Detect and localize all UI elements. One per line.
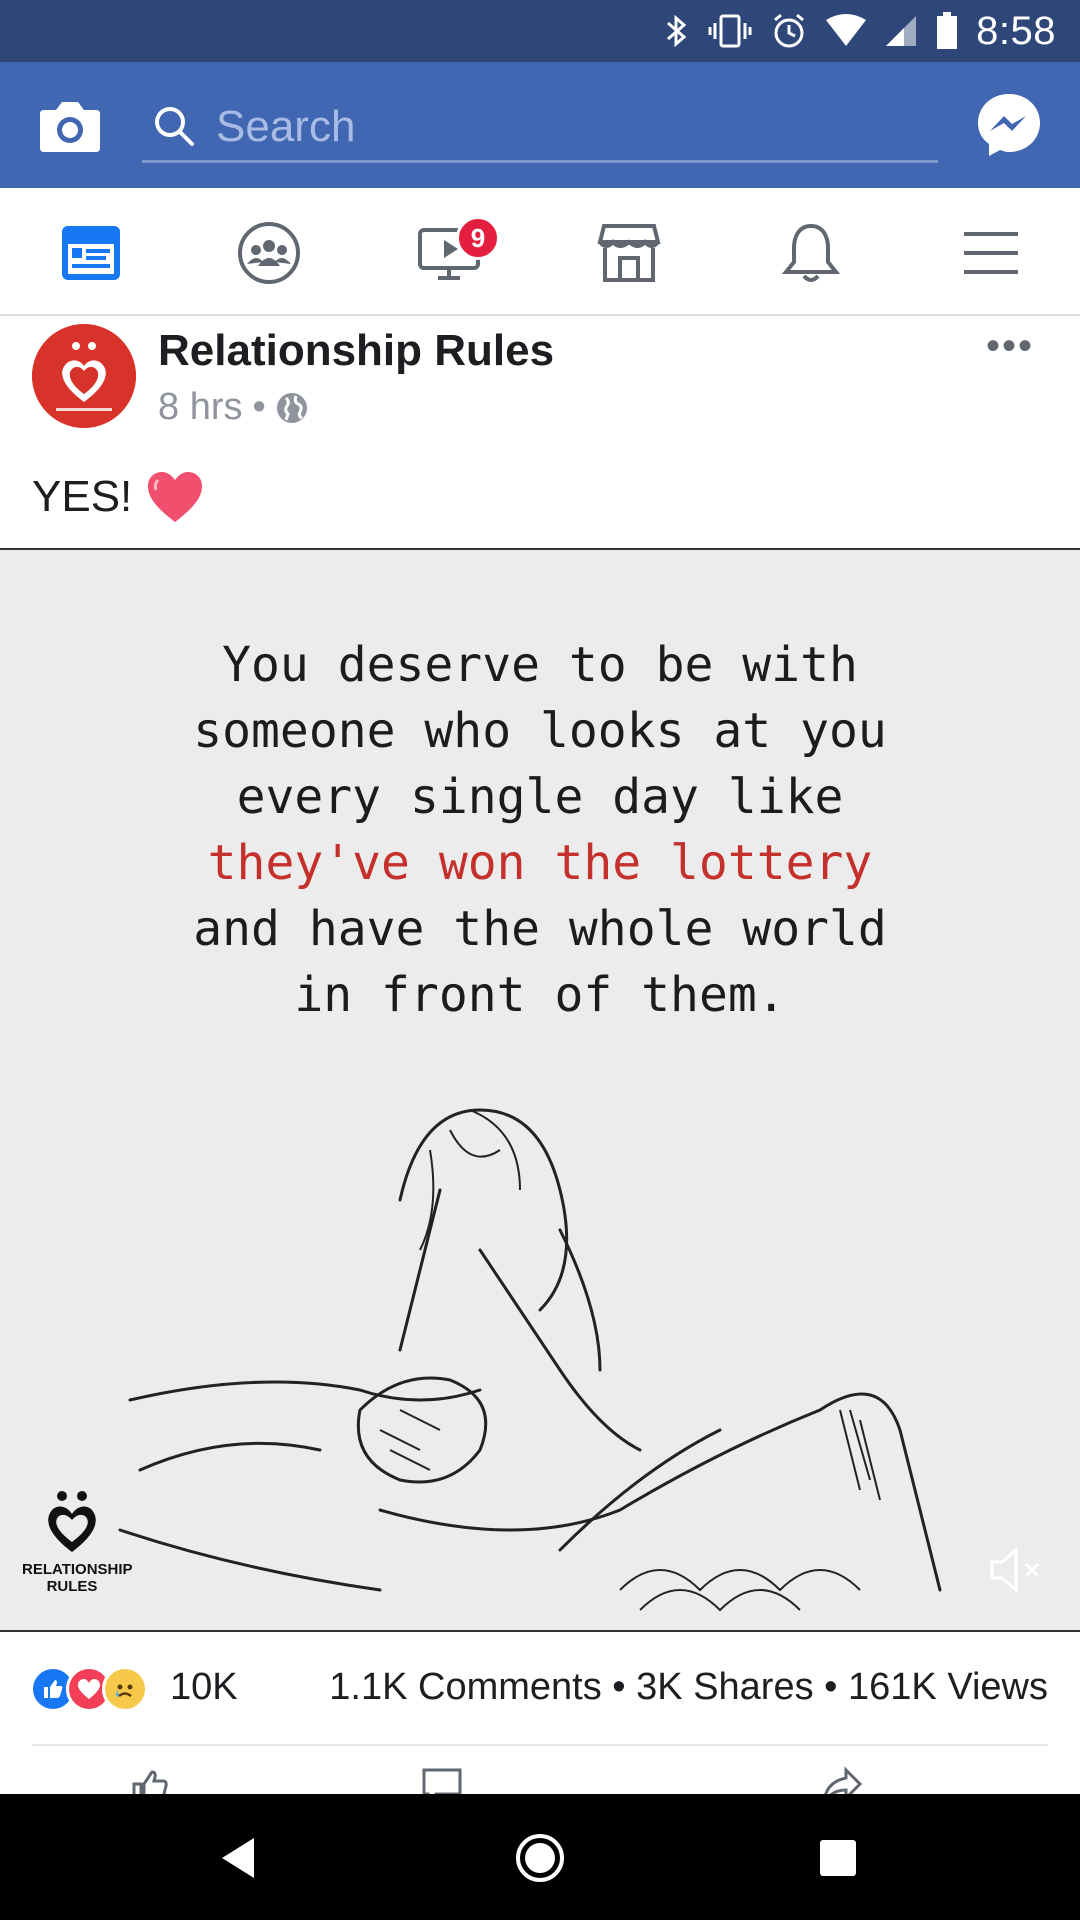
watch-notification-badge: 9 [456, 216, 500, 260]
reactions-summary[interactable] [30, 1666, 148, 1712]
camera-icon[interactable] [38, 96, 102, 154]
meta-separator: • [252, 386, 266, 428]
watermark-logo [48, 1491, 96, 1552]
recents-icon[interactable] [812, 1832, 864, 1884]
stats-divider [32, 1744, 1048, 1746]
post-header: Relationship Rules 8 hrs • ••• [0, 316, 1080, 436]
couple-sketch-illustration [118, 1108, 942, 1612]
search-icon [155, 107, 194, 146]
heart-emoji-icon [148, 472, 203, 522]
news-feed-icon[interactable] [58, 220, 124, 286]
post-image[interactable]: You deserve to be with someone who looks… [0, 548, 1080, 1632]
alarm-icon [774, 13, 805, 48]
app-header: Search [0, 62, 1080, 188]
system-nav-bar [0, 1794, 1080, 1920]
post-stats: 10K 1.1K Comments • 3K Shares • 161K Vie… [0, 1636, 1080, 1746]
page-name[interactable]: Relationship Rules [158, 326, 554, 376]
post-actions [0, 1760, 1080, 1794]
comment-icon [422, 1768, 462, 1794]
reactions-count[interactable]: 10K [170, 1666, 238, 1709]
clock: 8:58 [976, 8, 1056, 53]
post-meta: 8 hrs • [158, 386, 308, 429]
like-icon [132, 1770, 168, 1794]
mute-icon[interactable] [988, 1542, 1044, 1598]
menu-icon[interactable] [958, 220, 1024, 286]
wifi-icon [826, 14, 867, 46]
search-placeholder: Search [216, 102, 356, 151]
relationship-rules-logo [32, 324, 136, 428]
back-icon[interactable] [214, 1832, 266, 1884]
caption-text: YES! [32, 472, 133, 521]
watermark-text: RELATIONSHIP RULES [22, 1561, 133, 1595]
post-time[interactable]: 8 hrs [158, 386, 242, 429]
watermark: RELATIONSHIP RULES [22, 1490, 133, 1595]
battery-icon [937, 12, 958, 49]
share-button[interactable] [820, 1766, 864, 1794]
notifications-bell-icon[interactable] [778, 220, 844, 286]
vibrate-icon [708, 14, 752, 48]
signal-icon [886, 16, 917, 46]
marketplace-icon[interactable] [596, 220, 662, 286]
tab-bar: 9 [0, 188, 1080, 316]
globe-icon [276, 392, 307, 423]
engagement-summary[interactable]: 1.1K Comments • 3K Shares • 161K Views [329, 1666, 1048, 1709]
messenger-icon[interactable] [976, 92, 1042, 158]
home-icon[interactable] [514, 1832, 566, 1884]
like-button[interactable] [130, 1766, 170, 1794]
sad-reaction-icon [102, 1666, 148, 1712]
share-icon [824, 1766, 863, 1794]
post-caption: YES! [32, 470, 204, 524]
bluetooth-icon [667, 14, 687, 48]
post-options-button[interactable]: ••• [986, 324, 1034, 369]
groups-icon[interactable] [236, 220, 302, 286]
search-bar[interactable]: Search [142, 92, 938, 163]
page-avatar[interactable] [32, 324, 136, 428]
status-bar: 8:58 [0, 0, 1080, 62]
comment-button[interactable] [420, 1766, 464, 1794]
